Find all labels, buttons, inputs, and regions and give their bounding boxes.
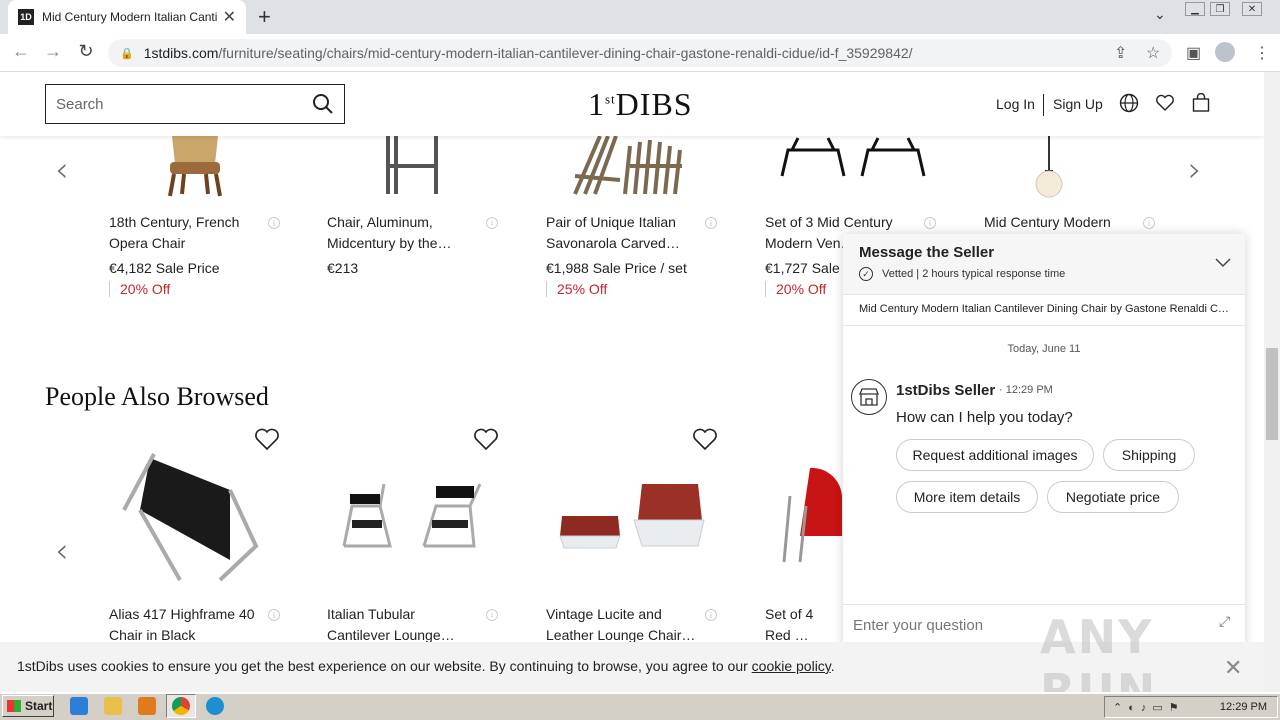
chrome-taskbar-button[interactable] bbox=[166, 694, 196, 718]
chrome-icon bbox=[172, 697, 190, 715]
browser-menu-icon[interactable]: ⋮ bbox=[1254, 43, 1270, 63]
ie-icon[interactable] bbox=[70, 697, 88, 715]
clock: 12:29 PM bbox=[1219, 701, 1267, 713]
discount-badge: 20% Off bbox=[109, 281, 170, 297]
cart-bag-icon[interactable] bbox=[1191, 93, 1211, 113]
favorite-heart-icon[interactable] bbox=[692, 426, 718, 452]
back-icon[interactable]: ← bbox=[9, 41, 33, 62]
edge-icon[interactable] bbox=[206, 697, 224, 715]
chat-item-title[interactable]: Mid Century Modern Italian Cantilever Di… bbox=[843, 294, 1245, 326]
collapse-chevron-icon[interactable] bbox=[1215, 258, 1231, 268]
product-price: €213 bbox=[327, 260, 359, 276]
chip-more-details[interactable]: More item details bbox=[896, 481, 1038, 513]
product-title[interactable]: Chair, Aluminum, Midcentury by the… bbox=[327, 212, 477, 254]
info-icon[interactable]: i bbox=[268, 609, 280, 621]
close-window-icon[interactable]: ✕ bbox=[1242, 2, 1262, 16]
info-icon[interactable]: i bbox=[924, 217, 936, 229]
tab-title: Mid Century Modern Italian Cantilever Di… bbox=[42, 10, 218, 24]
site-logo[interactable]: 1stDIBS bbox=[588, 86, 693, 123]
windows-logo-icon bbox=[7, 700, 21, 712]
explorer-folder-icon[interactable] bbox=[104, 697, 122, 715]
product-image-savonarola-chairs[interactable] bbox=[570, 136, 690, 198]
signup-link[interactable]: Sign Up bbox=[1053, 96, 1103, 112]
chip-shipping[interactable]: Shipping bbox=[1103, 439, 1195, 471]
chip-negotiate-price[interactable]: Negotiate price bbox=[1047, 481, 1179, 513]
product-image-lucite-lounge[interactable] bbox=[558, 480, 706, 552]
info-icon[interactable]: i bbox=[486, 217, 498, 229]
minimize-icon[interactable]: ▁ bbox=[1185, 2, 1205, 16]
url-bar[interactable]: 🔒 1stdibs.com/furniture/seating/chairs/m… bbox=[108, 39, 1172, 67]
start-button[interactable]: Start bbox=[2, 695, 54, 717]
close-tab-icon[interactable]: ✕ bbox=[223, 7, 236, 27]
tray-icons[interactable]: ⌃◐♪▭⚑ bbox=[1105, 701, 1185, 714]
response-time: 2 hours typical response time bbox=[922, 268, 1066, 280]
discount-badge: 20% Off bbox=[765, 281, 826, 297]
product-image-red-lounge-chair[interactable] bbox=[780, 466, 842, 566]
lock-icon: 🔒 bbox=[120, 47, 134, 60]
vetted-label: Vetted bbox=[882, 268, 914, 280]
globe-icon[interactable] bbox=[1119, 93, 1139, 113]
chat-header[interactable]: Message the Seller ✓ Vetted | 2 hours typ… bbox=[843, 234, 1245, 294]
url-path: /furniture/seating/chairs/mid-century-mo… bbox=[218, 45, 913, 61]
media-player-icon[interactable] bbox=[138, 697, 156, 715]
scrollbar-thumb[interactable] bbox=[1266, 348, 1278, 440]
product-title[interactable]: Mid Century Modern bbox=[984, 212, 1134, 233]
product-title[interactable]: Italian Tubular Cantilever Lounge… bbox=[327, 604, 477, 646]
cookie-policy-link[interactable]: cookie policy bbox=[752, 658, 831, 674]
product-price: €1,988 Sale Price / set bbox=[546, 260, 687, 276]
favorite-heart-icon[interactable] bbox=[254, 426, 280, 452]
carousel-prev-arrow[interactable]: ‹ bbox=[55, 150, 69, 190]
share-icon[interactable]: ⇪ bbox=[1114, 43, 1127, 63]
vetted-check-icon: ✓ bbox=[859, 267, 873, 281]
cookie-text: 1stDibs uses cookies to ensure you get t… bbox=[17, 658, 752, 674]
search-input[interactable] bbox=[56, 95, 306, 113]
restore-icon[interactable]: ❐ bbox=[1210, 2, 1230, 16]
product-image-aluminum-chair[interactable] bbox=[380, 136, 444, 198]
search-box[interactable] bbox=[45, 84, 345, 124]
header-divider bbox=[1043, 94, 1044, 116]
product-title[interactable]: Pair of Unique Italian Savonarola Carved… bbox=[546, 212, 696, 254]
product-title[interactable]: Vintage Lucite and Leather Lounge Chair… bbox=[546, 604, 696, 646]
forward-icon[interactable]: → bbox=[41, 41, 65, 62]
side-panel-icon[interactable]: ▣ bbox=[1186, 43, 1201, 63]
chip-request-images[interactable]: Request additional images bbox=[896, 439, 1094, 471]
login-link[interactable]: Log In bbox=[996, 96, 1035, 112]
favicon-icon: 1D bbox=[18, 9, 34, 25]
product-image-set-of-3-chairs[interactable] bbox=[778, 136, 928, 182]
new-tab-icon[interactable]: + bbox=[258, 4, 271, 30]
section-heading: People Also Browsed bbox=[45, 382, 269, 411]
info-icon[interactable]: i bbox=[705, 609, 717, 621]
favorites-heart-icon[interactable] bbox=[1155, 93, 1175, 113]
product-title[interactable]: 18th Century, French Opera Chair bbox=[109, 212, 259, 254]
seller-avatar bbox=[851, 379, 887, 415]
profile-avatar-icon[interactable] bbox=[1215, 42, 1235, 62]
url-domain: 1stdibs.com bbox=[143, 45, 219, 61]
bookmark-star-icon[interactable]: ☆ bbox=[1146, 43, 1160, 63]
chat-date: Today, June 11 bbox=[1007, 343, 1081, 355]
message-time: 12:29 PM bbox=[1005, 384, 1053, 396]
chat-title: Message the Seller bbox=[859, 244, 995, 261]
discount-badge: 25% Off bbox=[546, 281, 607, 297]
info-icon[interactable]: i bbox=[705, 217, 717, 229]
carousel-next-arrow[interactable]: › bbox=[1188, 150, 1202, 190]
carousel-prev-arrow[interactable]: ‹ bbox=[55, 531, 69, 571]
info-icon[interactable]: i bbox=[268, 217, 280, 229]
seller-message: How can I help you today? bbox=[896, 409, 1073, 426]
reload-icon[interactable]: ↻ bbox=[74, 41, 98, 62]
product-image-pendant-lamp[interactable] bbox=[1032, 136, 1066, 198]
product-image-opera-chair[interactable] bbox=[160, 136, 230, 198]
product-image-alias-chair[interactable] bbox=[120, 450, 266, 586]
favorite-heart-icon[interactable] bbox=[473, 426, 499, 452]
message-seller-panel: Message the Seller ✓ Vetted | 2 hours typ… bbox=[843, 234, 1245, 654]
product-image-tubular-chairs[interactable] bbox=[340, 480, 490, 552]
sender-name: 1stDibs Seller bbox=[896, 382, 996, 399]
tab-search-icon[interactable]: ⌄ bbox=[1154, 6, 1166, 23]
search-icon[interactable] bbox=[312, 93, 334, 115]
browser-tab[interactable]: 1D Mid Century Modern Italian Cantilever… bbox=[8, 0, 246, 34]
info-icon[interactable]: i bbox=[486, 609, 498, 621]
info-icon[interactable]: i bbox=[1143, 217, 1155, 229]
product-price: €4,182 Sale Price bbox=[109, 260, 220, 276]
storefront-icon bbox=[859, 388, 879, 406]
system-tray: ⌃◐♪▭⚑ 12:29 PM bbox=[1104, 696, 1278, 718]
